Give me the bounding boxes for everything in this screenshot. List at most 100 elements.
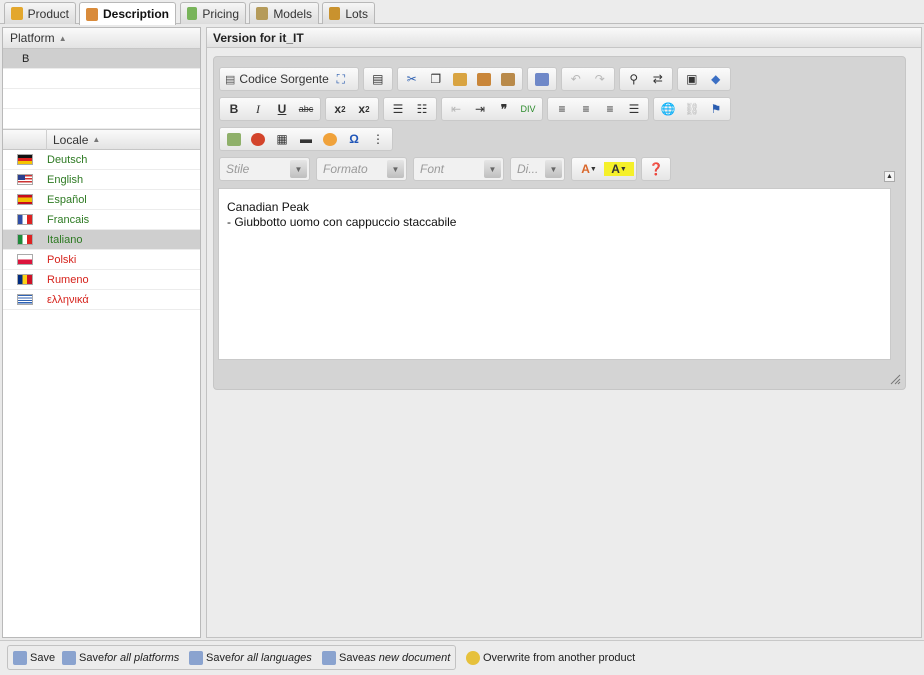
collapse-toolbar-icon[interactable]: ▲ (884, 171, 895, 182)
justify-icon[interactable]: ☰ (622, 99, 646, 119)
align-right-icon[interactable]: ≡ (598, 99, 622, 119)
subscript-icon[interactable]: x2 (328, 99, 352, 119)
undo-icon[interactable]: ↶ (564, 69, 588, 89)
maximize-icon[interactable]: ⛶ (329, 69, 353, 89)
cut-icon[interactable]: ✂ (400, 69, 424, 89)
poland-flag-icon (17, 254, 33, 265)
text-color-icon[interactable]: A ▼ (574, 159, 604, 179)
us-flag-icon (17, 174, 33, 185)
print-group (526, 67, 557, 91)
tab-pricing[interactable]: Pricing (180, 2, 246, 24)
locale-row-polski[interactable]: Polski (3, 250, 200, 270)
image-icon[interactable] (222, 129, 246, 149)
locale-row-rumeno[interactable]: Rumeno (3, 270, 200, 290)
germany-flag-icon (17, 154, 33, 165)
about-icon[interactable]: ❓ (644, 159, 668, 179)
tab-lots[interactable]: Lots (322, 2, 375, 24)
find-icon[interactable]: ⚲ (622, 69, 646, 89)
smiley-icon[interactable] (318, 129, 342, 149)
locale-row-italiano[interactable]: Italiano (3, 230, 200, 250)
product-box-icon (11, 7, 23, 20)
italic-icon[interactable]: I (246, 99, 270, 119)
tab-models[interactable]: Models (249, 2, 319, 24)
tab-description-label: Description (102, 7, 169, 21)
underline-icon[interactable]: U (270, 99, 294, 119)
locale-row-espanol[interactable]: Español (3, 190, 200, 210)
platform-row-label: B (22, 52, 30, 65)
bulleted-list-icon[interactable]: ☷ (410, 99, 434, 119)
save-disk-icon (13, 650, 27, 665)
div-icon[interactable]: DIV (516, 99, 540, 119)
align-left-icon[interactable]: ≡ (550, 99, 574, 119)
flash-icon[interactable] (246, 129, 270, 149)
locale-label: Español (47, 193, 87, 206)
unlink-icon[interactable]: ⛓ (680, 99, 704, 119)
save-new-document-button[interactable]: Save as new document (318, 645, 454, 670)
anchor-flag-icon[interactable]: ⚑ (704, 99, 728, 119)
page-break-icon[interactable]: ⋮ (366, 129, 390, 149)
about-group: ❓ (641, 157, 671, 181)
tab-product[interactable]: Product (4, 2, 76, 24)
paste-text-icon[interactable] (472, 69, 496, 89)
select-all-icon[interactable]: ▣ (680, 69, 704, 89)
special-char-icon[interactable]: Ω (342, 129, 366, 149)
paste-word-icon[interactable] (496, 69, 520, 89)
tab-description[interactable]: Description (79, 2, 176, 25)
numbered-list-icon[interactable]: ☰ (386, 99, 410, 119)
align-center-icon[interactable]: ≡ (574, 99, 598, 119)
bg-color-icon[interactable]: A ▼ (604, 162, 634, 176)
print-icon[interactable] (530, 69, 554, 89)
font-dropdown[interactable]: Font ▼ (413, 157, 504, 181)
blockquote-icon[interactable]: ❞ (492, 99, 516, 119)
eraser-icon[interactable]: ◆ (704, 69, 728, 89)
right-panel: Version for it_IT ▤ Codice Sorgente ⛶ ▤ … (206, 27, 922, 638)
list-group: ☰ ☷ (383, 97, 437, 121)
platform-row[interactable]: B (3, 49, 200, 69)
locale-header-label: Locale (53, 132, 89, 147)
platform-column-header[interactable]: Platform ▲ (3, 28, 200, 49)
source-button[interactable]: ▤ Codice Sorgente (225, 69, 329, 89)
format-dropdown[interactable]: Formato ▼ (316, 157, 407, 181)
locale-row-greek[interactable]: ελληνικά (3, 290, 200, 310)
templates-icon[interactable]: ▤ (366, 69, 390, 89)
table-icon[interactable]: ▦ (270, 129, 294, 149)
resize-handle-icon[interactable] (889, 373, 901, 385)
replace-icon[interactable]: ⇄ (646, 69, 670, 89)
save-button[interactable]: Save (9, 645, 59, 670)
save-all-languages-button[interactable]: Save for all languages (185, 645, 316, 670)
save-platforms-prefix: Save (79, 651, 105, 664)
indent-icon[interactable]: ⇥ (468, 99, 492, 119)
locale-label: Deutsch (47, 153, 88, 166)
strikethrough-icon[interactable]: abc (294, 99, 318, 119)
superscript-icon[interactable]: x2 (352, 99, 376, 119)
horizontal-rule-icon[interactable]: ▬ (294, 129, 318, 149)
save-disk-icon (62, 650, 76, 665)
link-group: 🌐 ⛓ ⚑ (653, 97, 731, 121)
paste-icon[interactable] (448, 69, 472, 89)
editor-content[interactable]: Canadian Peak - Giubbotto uomo con cappu… (218, 188, 891, 360)
link-icon[interactable]: 🌐 (656, 99, 680, 119)
format-dropdown-label: Formato (323, 162, 368, 176)
locale-column-header[interactable]: Locale ▲ (3, 129, 200, 150)
save-all-platforms-button[interactable]: Save for all platforms (58, 645, 183, 670)
bold-icon[interactable]: B (222, 99, 246, 119)
chevron-down-icon: ▼ (387, 160, 404, 178)
italy-flag-icon (17, 234, 33, 245)
locale-row-english[interactable]: English (3, 170, 200, 190)
style-dropdown[interactable]: Stile ▼ (219, 157, 310, 181)
france-flag-icon (17, 214, 33, 225)
overwrite-button[interactable]: Overwrite from another product (462, 645, 639, 670)
locale-row-francais[interactable]: Francais (3, 210, 200, 230)
rich-text-editor: ▤ Codice Sorgente ⛶ ▤ ✂ ❐ ↶ ↷ ⚲ ⇄ ▣ ◆ B … (213, 56, 906, 390)
size-dropdown[interactable]: Di... ▼ (510, 157, 565, 181)
chevron-down-icon: ▼ (545, 160, 562, 178)
copy-icon[interactable]: ❐ (424, 69, 448, 89)
chevron-down-icon: ▼ (290, 160, 307, 178)
redo-icon[interactable]: ↷ (588, 69, 612, 89)
locale-row-deutsch[interactable]: Deutsch (3, 150, 200, 170)
save-languages-prefix: Save (206, 651, 232, 664)
locale-label: ελληνικά (47, 293, 89, 306)
size-dropdown-label: Di... (517, 162, 539, 176)
outdent-icon[interactable]: ⇤ (444, 99, 468, 119)
save-languages-emphasis: for all languages (231, 651, 312, 664)
